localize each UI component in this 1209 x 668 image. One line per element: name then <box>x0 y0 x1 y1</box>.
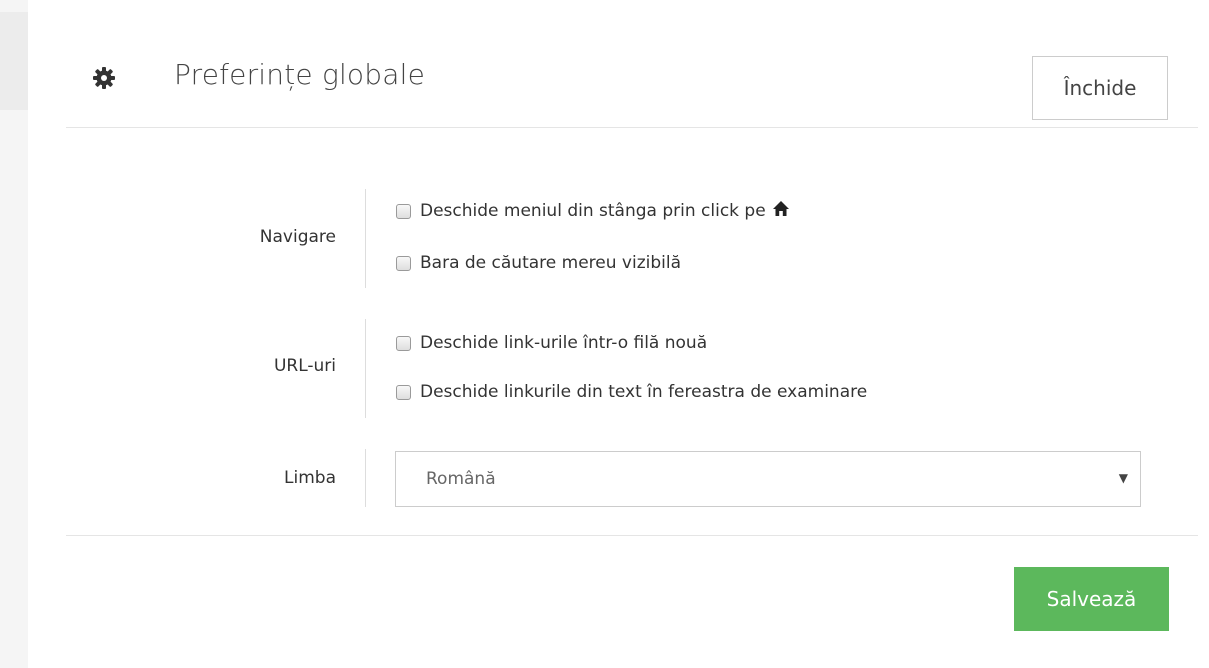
close-button[interactable]: Închide <box>1032 56 1168 120</box>
open-text-links-preview-checkbox[interactable] <box>396 384 411 400</box>
option-open-left-menu-on-home-click[interactable]: Deschide meniul din stânga prin click pe <box>396 201 790 221</box>
option-open-links-in-new-tab[interactable]: Deschide link-urile într-o filă nouă <box>396 333 707 353</box>
urls-section-label: URL-uri <box>273 356 336 376</box>
option-label: Deschide meniul din stânga prin click pe <box>420 201 766 221</box>
global-preferences-dialog: Preferințe globale Închide Navigare Desc… <box>66 0 1198 668</box>
option-label: Bara de căutare mereu vizibilă <box>420 253 682 273</box>
home-icon <box>772 200 790 218</box>
language-select[interactable]: Română ▼ <box>395 451 1141 507</box>
gear-icon <box>92 66 116 90</box>
option-label: Deschide link-urile într-o filă nouă <box>420 333 708 353</box>
urls-section-divider <box>365 319 366 418</box>
open-links-new-tab-checkbox[interactable] <box>396 335 411 351</box>
language-select-value: Română <box>426 469 496 489</box>
option-open-text-links-in-preview[interactable]: Deschide linkurile din text în fereastra… <box>396 382 867 402</box>
option-label: Deschide linkurile din text în fereastra… <box>420 382 868 402</box>
footer-divider <box>66 535 1198 536</box>
background-page-panel <box>0 12 28 110</box>
search-bar-visible-checkbox[interactable] <box>396 255 411 271</box>
navigation-section-divider <box>365 189 366 288</box>
dialog-header: Preferințe globale Închide <box>66 0 1198 128</box>
language-section-divider <box>365 449 366 507</box>
option-search-bar-always-visible[interactable]: Bara de căutare mereu vizibilă <box>396 253 681 273</box>
caret-down-icon: ▼ <box>1118 471 1128 485</box>
navigation-section-label: Navigare <box>259 227 336 247</box>
language-section-label: Limba <box>284 468 336 488</box>
open-left-menu-checkbox[interactable] <box>396 203 411 219</box>
dialog-title: Preferințe globale <box>174 58 425 91</box>
background-page-strip <box>0 0 28 668</box>
save-button[interactable]: Salvează <box>1014 567 1169 631</box>
